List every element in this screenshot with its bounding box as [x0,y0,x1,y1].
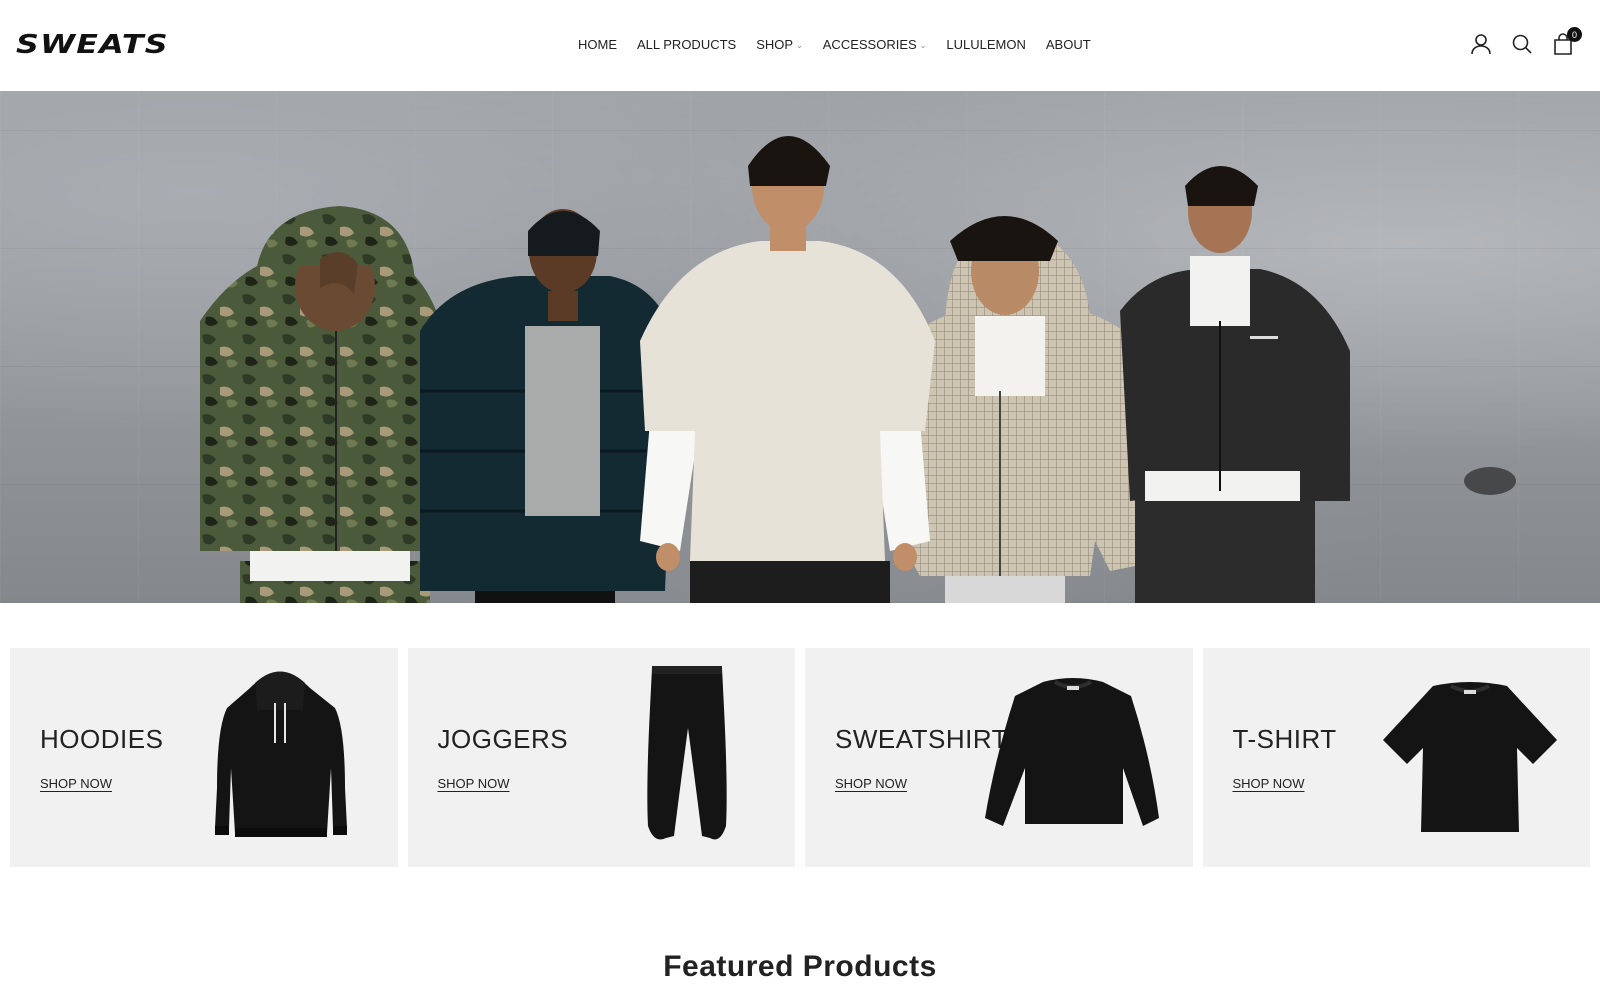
nav-label: ABOUT [1045,37,1091,52]
shop-now-link[interactable]: SHOP NOW [1233,776,1305,791]
tshirt-product-image [1382,682,1557,832]
site-header: SWEATS HOME ALL PRODUCTS SHOP ⌄ ACCESSOR… [0,0,1600,91]
nav-item-accessories[interactable]: ACCESSORIES ⌄ [823,37,927,52]
nav-label: LULULEMON [946,37,1026,52]
sweatshirt-product-image [985,678,1159,826]
nav-label: SHOP [756,37,794,52]
search-icon[interactable] [1511,32,1533,56]
hero-banner[interactable] [0,91,1600,603]
logo[interactable]: SWEATS [16,30,169,60]
main-nav: HOME ALL PRODUCTS SHOP ⌄ ACCESSORIES ⌄ L… [578,37,1091,52]
model-camo-hoodie [200,206,440,603]
chevron-down-icon: ⌄ [796,40,803,50]
category-tile-hoodies[interactable]: HOODIES SHOP NOW [10,648,398,867]
category-title: HOODIES [40,724,164,754]
hoodie-product-image [215,671,347,837]
nav-item-about[interactable]: ABOUT [1046,37,1091,52]
category-title: JOGGERS [437,724,569,754]
category-tile-sweatshirt[interactable]: SWEATSHIRT SHOP NOW [805,648,1193,867]
featured-products-heading: Featured Products [663,950,937,983]
category-tile-joggers[interactable]: JOGGERS SHOP NOW [407,648,795,867]
cart-icon[interactable]: 0 [1552,27,1582,56]
nav-label: HOME [578,37,617,52]
nav-item-home[interactable]: HOME [578,37,617,52]
category-tiles: HOODIES SHOP NOW JOGGERS SHOP NOW SWEATS… [10,648,1590,867]
nav-label: ACCESSORIES [822,37,917,52]
model-puffer-jacket [420,209,675,603]
header-actions: 0 [1470,27,1582,56]
chevron-down-icon: ⌄ [919,40,927,50]
user-icon[interactable] [1470,32,1492,56]
model-track-jacket [1120,166,1350,603]
nav-item-lululemon[interactable]: LULULEMON [946,37,1025,52]
model-oversized-tee [640,136,935,603]
nav-label: ALL PRODUCTS [637,37,737,52]
nav-item-all-products[interactable]: ALL PRODUCTS [637,37,736,52]
hero-models-illustration [200,136,1516,603]
shop-now-link[interactable]: SHOP NOW [40,776,112,791]
joggers-product-image [646,666,727,840]
cart-count-badge: 0 [1567,27,1582,42]
category-title: T-SHIRT [1232,724,1337,754]
category-tile-t-shirt[interactable]: T-SHIRT SHOP NOW [1202,648,1590,867]
nav-item-shop[interactable]: SHOP ⌄ [756,37,803,52]
shop-now-link[interactable]: SHOP NOW [438,776,510,791]
shop-now-link[interactable]: SHOP NOW [835,776,907,791]
